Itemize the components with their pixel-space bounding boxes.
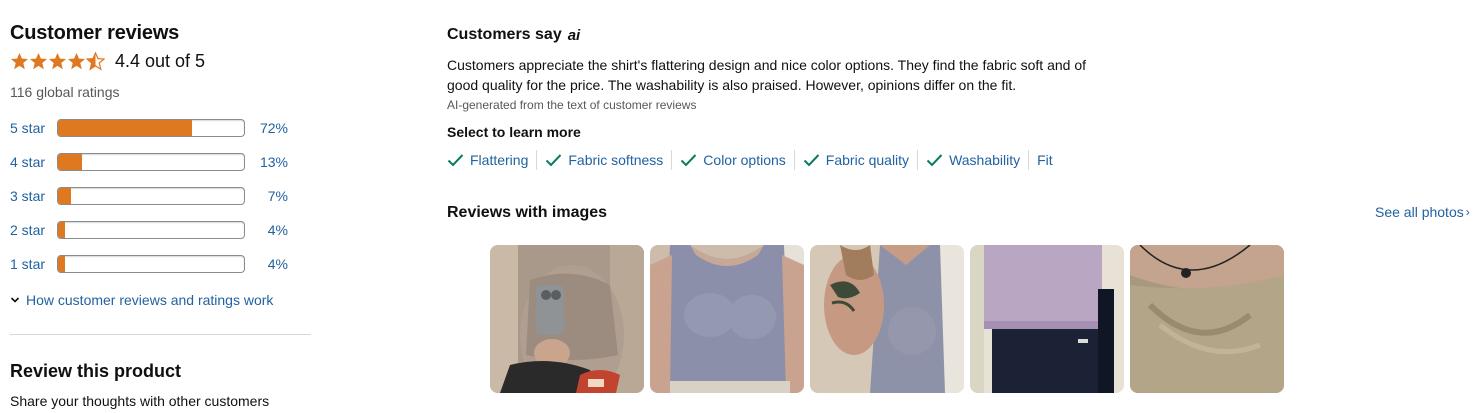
customers-say-heading: Customers say ai: [447, 26, 580, 44]
histogram-percent: 13%: [259, 154, 288, 170]
checkmark-icon: [681, 154, 697, 167]
histogram-bar: [57, 153, 245, 171]
aspect-chip-color-options[interactable]: Color options: [680, 150, 795, 170]
histogram-label: 4 star: [10, 154, 46, 170]
review-photos: [490, 245, 1284, 393]
histogram-label: 1 star: [10, 256, 46, 272]
histogram-bar: [57, 221, 245, 239]
customers-say-title: Customers say: [447, 26, 562, 43]
review-photo[interactable]: [970, 245, 1124, 393]
histogram-percent: 7%: [267, 188, 288, 204]
star-rating-icon: [10, 52, 105, 71]
aspect-chip-fabric-quality[interactable]: Fabric quality: [803, 150, 919, 170]
histogram-row-4-star[interactable]: 4 star 13%: [10, 152, 288, 172]
ai-icon: ai: [567, 26, 581, 44]
how-reviews-work-link[interactable]: How customer reviews and ratings work: [10, 292, 273, 308]
see-all-photos-label: See all photos: [1375, 204, 1464, 220]
chevron-down-icon: [10, 297, 20, 303]
histogram-label: 3 star: [10, 188, 46, 204]
global-ratings-count: 116 global ratings: [10, 84, 120, 100]
aspect-chip-washability[interactable]: Washability: [926, 150, 1030, 170]
histogram-bar-fill: [58, 222, 66, 238]
checkmark-icon: [803, 154, 820, 167]
aspect-chip-label: Flattering: [470, 152, 529, 168]
review-photo[interactable]: [1130, 245, 1284, 393]
review-photo[interactable]: [490, 245, 644, 393]
customer-reviews-heading: Customer reviews: [10, 22, 180, 44]
histogram-bar-fill: [58, 154, 83, 170]
divider: [10, 334, 311, 335]
aspect-chip-fit[interactable]: Fit: [1037, 150, 1061, 170]
histogram-percent: 4%: [267, 256, 288, 272]
aspect-chip-label: Color options: [703, 152, 786, 168]
histogram-row-5-star[interactable]: 5 star 72%: [10, 118, 288, 138]
histogram-percent: 72%: [259, 120, 288, 136]
histogram-row-3-star[interactable]: 3 star 7%: [10, 186, 288, 206]
aspect-chips: Flattering Fabric softness Color options Fa…: [447, 150, 1069, 170]
histogram-label: 2 star: [10, 222, 46, 238]
aspect-chip-label: Fit: [1037, 152, 1053, 168]
average-rating[interactable]: 4.4 out of 5: [10, 51, 205, 72]
histogram-bar-fill: [58, 188, 72, 204]
how-reviews-work-label: How customer reviews and ratings work: [26, 292, 274, 308]
ai-generated-note: AI-generated from the text of customer r…: [447, 98, 697, 112]
review-photo[interactable]: [650, 245, 804, 393]
histogram-bar: [57, 255, 245, 273]
see-all-photos-link[interactable]: See all photos ›: [1375, 204, 1470, 220]
histogram-bar-fill: [58, 256, 66, 272]
histogram-bar: [57, 187, 245, 205]
customers-say-summary: Customers appreciate the shirt's flatter…: [447, 57, 1086, 93]
checkmark-icon: [447, 154, 464, 167]
review-photo[interactable]: [810, 245, 964, 393]
histogram-bar: [57, 119, 245, 137]
histogram-row-1-star[interactable]: 1 star 4%: [10, 254, 288, 274]
aspect-chip-label: Washability: [949, 152, 1021, 168]
reviews-with-images-heading: Reviews with images: [447, 204, 608, 221]
aspect-chip-fabric-softness[interactable]: Fabric softness: [545, 150, 673, 170]
review-product-heading: Review this product: [10, 361, 182, 381]
review-product-subtitle: Share your thoughts with other customers: [10, 393, 270, 409]
checkmark-icon: [546, 154, 562, 167]
rating-text: 4.4 out of 5: [115, 51, 206, 71]
aspect-chip-flattering[interactable]: Flattering: [447, 150, 538, 170]
checkmark-icon: [926, 154, 943, 167]
aspect-chip-label: Fabric softness: [568, 152, 664, 168]
aspect-chip-label: Fabric quality: [825, 152, 910, 168]
histogram-label: 5 star: [10, 120, 46, 136]
histogram-bar-fill: [58, 120, 192, 136]
chevron-right-icon: ›: [1465, 205, 1470, 219]
select-to-learn-label: Select to learn more: [447, 124, 581, 140]
histogram-row-2-star[interactable]: 2 star 4%: [10, 220, 288, 240]
histogram-percent: 4%: [267, 222, 288, 238]
